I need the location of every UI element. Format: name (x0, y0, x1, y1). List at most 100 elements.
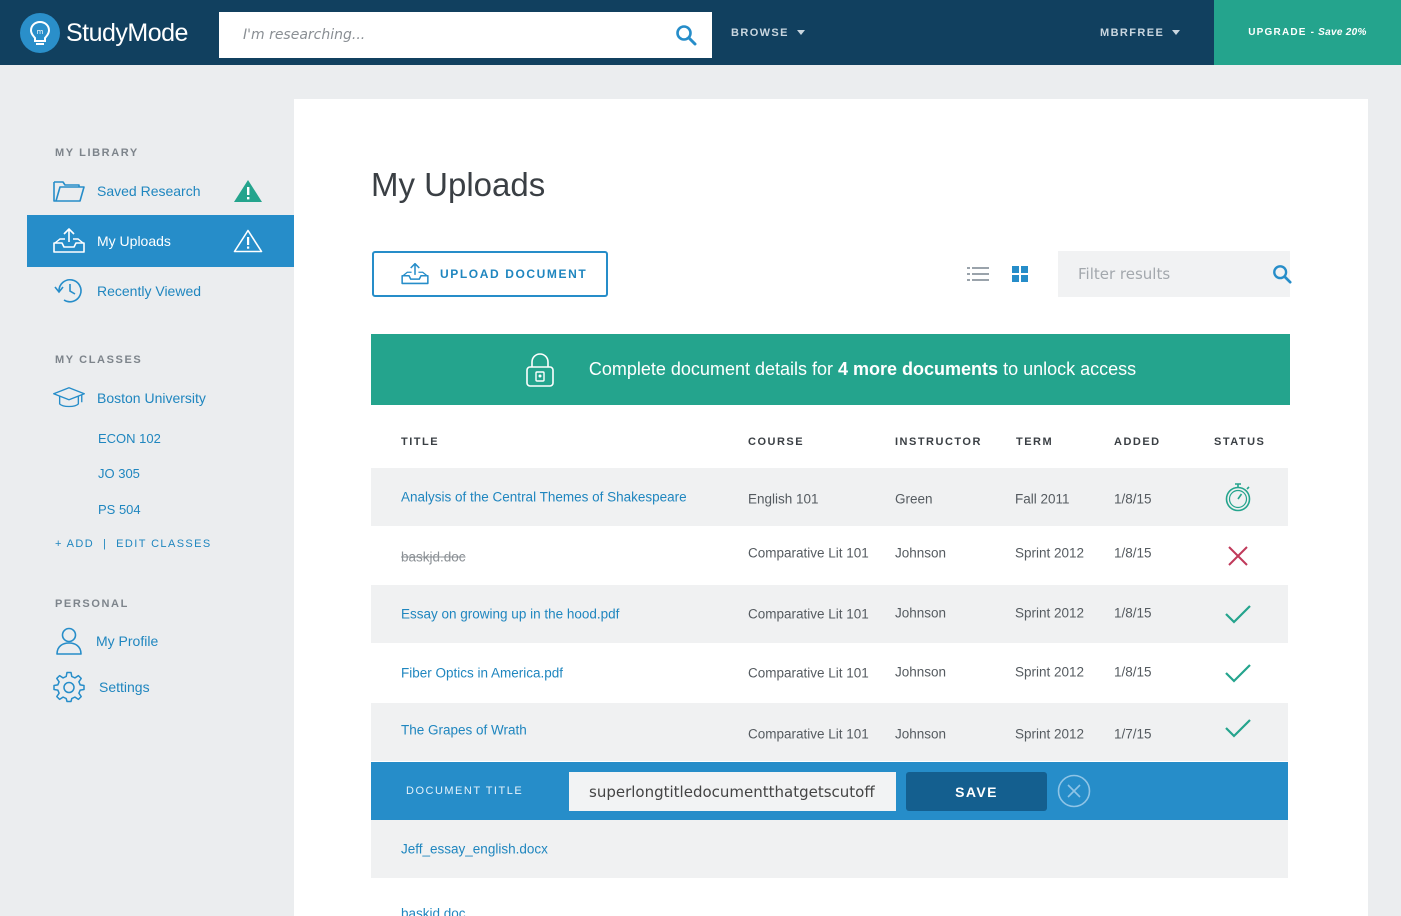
lightbulb-icon: m (20, 13, 60, 53)
document-title-link[interactable]: Essay on growing up in the hood.pdf (401, 607, 619, 622)
gear-icon (52, 670, 86, 704)
column-header-added[interactable]: ADDED (1114, 436, 1161, 448)
sidebar-item-recently-viewed[interactable]: Recently Viewed (27, 265, 294, 317)
class-link[interactable]: ECON 102 (98, 431, 161, 446)
sidebar-item-label: My Profile (96, 633, 159, 649)
warning-icon (233, 229, 263, 253)
lock-icon (525, 352, 555, 388)
table-row[interactable]: Analysis of the Central Themes of Shakes… (371, 468, 1288, 526)
added-cell: 1/7/15 (1114, 726, 1152, 742)
column-header-status[interactable]: STATUS (1214, 436, 1265, 448)
add-edit-classes-link[interactable]: + ADD | EDIT CLASSES (55, 538, 212, 550)
document-title-label: DOCUMENT TITLE (406, 785, 524, 797)
search-icon (676, 25, 697, 46)
table-row[interactable]: Fiber Optics in America.pdf Comparative … (371, 644, 1288, 702)
personal-heading: PERSONAL (55, 598, 129, 610)
instructor-cell: Johnson (895, 726, 947, 742)
search-button[interactable] (660, 12, 712, 58)
term-cell: Sprint 2012 (1015, 605, 1085, 621)
banner-text-count: 4 more documents (838, 359, 999, 379)
graduation-cap-icon (52, 381, 86, 415)
upload-tray-icon (52, 224, 86, 258)
grid-icon (1012, 266, 1028, 282)
course-cell: English 101 (748, 491, 819, 507)
search-icon (1273, 265, 1292, 284)
close-circle-icon[interactable] (1057, 774, 1091, 808)
document-title-input[interactable] (569, 772, 896, 811)
instructor-cell: Johnson (895, 605, 947, 621)
browse-label: BROWSE (731, 26, 789, 39)
sidebar-item-saved-research[interactable]: Saved Research (27, 165, 294, 217)
document-title-link[interactable]: Jeff_essay_english.docx (401, 842, 548, 857)
term-cell: Sprint 2012 (1015, 545, 1085, 561)
added-cell: 1/8/15 (1114, 491, 1152, 507)
added-cell: 1/8/15 (1114, 664, 1152, 680)
list-view-toggle[interactable] (967, 263, 989, 285)
filter-results (1058, 251, 1292, 297)
term-cell: Sprint 2012 (1015, 726, 1085, 742)
column-header-instructor[interactable]: INSTRUCTOR (895, 436, 982, 448)
browse-menu[interactable]: BROWSE (731, 0, 805, 65)
search-input[interactable] (219, 12, 660, 58)
user-name: MBRFREE (1100, 26, 1165, 39)
history-icon (52, 274, 86, 308)
course-cell: Comparative Lit 101 (748, 545, 869, 561)
sidebar-item-label: Recently Viewed (97, 283, 202, 299)
document-title-link[interactable]: The Grapes of Wrath (401, 723, 527, 738)
warning-icon (234, 180, 262, 202)
banner-text-prefix: Complete document details for (588, 359, 839, 379)
document-title-edit-row: DOCUMENT TITLE SAVE (371, 762, 1288, 820)
studymode-logo[interactable]: m StudyMode (20, 13, 188, 53)
svg-text:m: m (37, 28, 44, 36)
top-navigation-bar: m StudyMode BROWSE MBRFREE UPGRADE - Sav… (0, 0, 1401, 65)
class-link[interactable]: JO 305 (98, 466, 140, 481)
sidebar-item-my-uploads[interactable]: My Uploads (27, 215, 294, 267)
upgrade-promo: Save 20% (1318, 27, 1367, 38)
document-title-link[interactable]: baskjd.doc (401, 550, 466, 565)
chevron-down-icon (1172, 30, 1181, 35)
grid-view-toggle[interactable] (1009, 263, 1031, 285)
sidebar-item-my-profile[interactable]: My Profile (27, 615, 294, 667)
instructor-cell: Green (895, 491, 933, 507)
document-title-link[interactable]: baskjd.doc (401, 906, 466, 916)
instructor-cell: Johnson (895, 545, 947, 561)
banner-text-suffix: to unlock access (998, 359, 1137, 379)
checkmark-icon (1223, 713, 1253, 743)
my-library-heading: MY LIBRARY (55, 147, 139, 159)
document-title-link[interactable]: Analysis of the Central Themes of Shakes… (401, 490, 687, 505)
filter-input[interactable] (1058, 251, 1272, 297)
unlock-access-banner: Complete document details for 4 more doc… (371, 334, 1290, 405)
user-icon (52, 624, 86, 658)
table-row[interactable]: Jeff_essay_english.docx (371, 820, 1288, 878)
course-cell: Comparative Lit 101 (748, 665, 869, 681)
instructor-cell: Johnson (895, 664, 947, 680)
term-cell: Sprint 2012 (1015, 664, 1085, 680)
class-link[interactable]: PS 504 (98, 502, 141, 517)
sidebar-item-boston-university[interactable]: Boston University (27, 372, 294, 424)
upgrade-button[interactable]: UPGRADE - Save 20% (1214, 0, 1401, 65)
course-cell: Comparative Lit 101 (748, 606, 869, 622)
filter-search-button[interactable] (1272, 264, 1292, 284)
sidebar-item-settings[interactable]: Settings (27, 661, 294, 713)
list-icon (967, 267, 989, 281)
column-header-course[interactable]: COURSE (748, 436, 804, 448)
table-row[interactable]: The Grapes of Wrath Comparative Lit 101 … (371, 703, 1288, 761)
user-menu[interactable]: MBRFREE (1100, 0, 1181, 65)
my-classes-heading: MY CLASSES (55, 354, 143, 366)
column-header-title[interactable]: TITLE (401, 436, 439, 448)
site-search (219, 12, 712, 58)
checkmark-icon (1223, 599, 1253, 629)
table-row[interactable]: baskjd.doc Comparative Lit 101 Johnson S… (371, 527, 1288, 585)
upload-document-button[interactable]: UPLOAD DOCUMENT (372, 251, 608, 297)
course-cell: Comparative Lit 101 (748, 726, 869, 742)
upload-tray-icon (400, 259, 430, 289)
table-row[interactable]: Essay on growing up in the hood.pdf Comp… (371, 585, 1288, 643)
table-row[interactable]: baskjd.doc (371, 878, 1288, 916)
sidebar-item-label: My Uploads (97, 233, 171, 249)
folder-icon (52, 174, 86, 208)
chevron-down-icon (796, 30, 805, 35)
document-title-link[interactable]: Fiber Optics in America.pdf (401, 666, 563, 681)
column-header-term[interactable]: TERM (1016, 436, 1053, 448)
save-button[interactable]: SAVE (906, 772, 1047, 811)
added-cell: 1/8/15 (1114, 545, 1152, 561)
